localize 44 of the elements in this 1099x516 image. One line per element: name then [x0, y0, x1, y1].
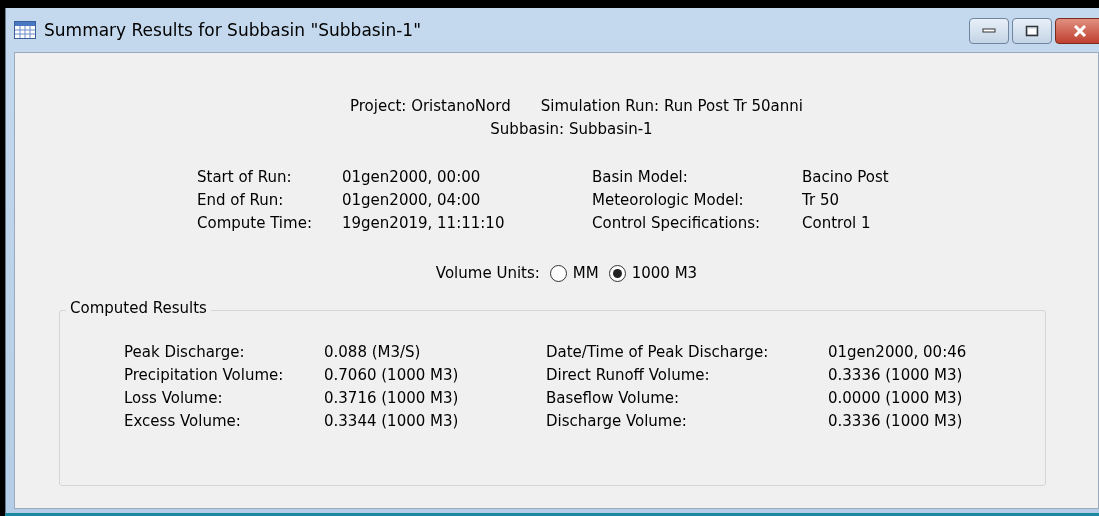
- result-label: Baseflow Volume:: [546, 388, 681, 409]
- table-icon: [14, 21, 36, 39]
- field-value: 01gen2000, 04:00: [342, 190, 482, 211]
- result-value: 0.3344 (1000 M3): [324, 411, 460, 432]
- close-button[interactable]: [1055, 18, 1099, 44]
- radio-option[interactable]: 1000 M3: [608, 264, 698, 282]
- result-label: Discharge Volume:: [546, 411, 688, 432]
- field-value: 19gen2019, 11:11:10: [342, 213, 506, 234]
- maximize-icon: [1025, 25, 1039, 37]
- window-title: Summary Results for Subbasin "Subbasin-1": [44, 20, 421, 40]
- field-label: Basin Model:: [592, 167, 689, 188]
- result-value: 0.0000 (1000 M3): [828, 388, 964, 409]
- subbasin-text: Subbasin: Subbasin-1: [490, 120, 653, 138]
- field-label: Start of Run:: [197, 167, 293, 188]
- close-icon: [1072, 25, 1088, 37]
- field-label: End of Run:: [197, 190, 285, 211]
- field-value: 01gen2000, 00:00: [342, 167, 482, 188]
- field-label: Meteorologic Model:: [592, 190, 745, 211]
- field-value: Tr 50: [802, 190, 840, 211]
- field-value: Control 1: [802, 213, 872, 234]
- radio-button[interactable]: [608, 264, 626, 282]
- result-value: 01gen2000, 00:46: [828, 342, 968, 363]
- radio-button[interactable]: [549, 264, 567, 282]
- result-value: 0.3336 (1000 M3): [828, 365, 964, 386]
- result-value: 0.088 (M3/S): [324, 342, 422, 363]
- field-value: Bacino Post: [802, 167, 890, 188]
- result-label: Loss Volume:: [124, 388, 224, 409]
- result-value: 0.3716 (1000 M3): [324, 388, 460, 409]
- result-value: 0.3336 (1000 M3): [828, 411, 964, 432]
- project-text: Project: OristanoNord: [350, 96, 511, 117]
- result-label: Peak Discharge:: [124, 342, 246, 363]
- simulation-run-text: Simulation Run: Run Post Tr 50anni: [540, 96, 803, 117]
- field-label: Control Specifications:: [592, 213, 762, 234]
- volume-units-label: Volume Units:: [435, 264, 540, 282]
- field-label: Compute Time:: [197, 213, 313, 234]
- result-value: 0.7060 (1000 M3): [324, 365, 460, 386]
- result-label: Date/Time of Peak Discharge:: [546, 342, 770, 363]
- maximize-button[interactable]: [1012, 18, 1052, 44]
- group-title: Computed Results: [66, 299, 211, 317]
- result-label: Direct Runoff Volume:: [546, 365, 711, 386]
- radio-option[interactable]: MM: [549, 264, 599, 282]
- result-label: Precipitation Volume:: [124, 365, 285, 386]
- result-label: Excess Volume:: [124, 411, 242, 432]
- minimize-icon: [982, 28, 996, 34]
